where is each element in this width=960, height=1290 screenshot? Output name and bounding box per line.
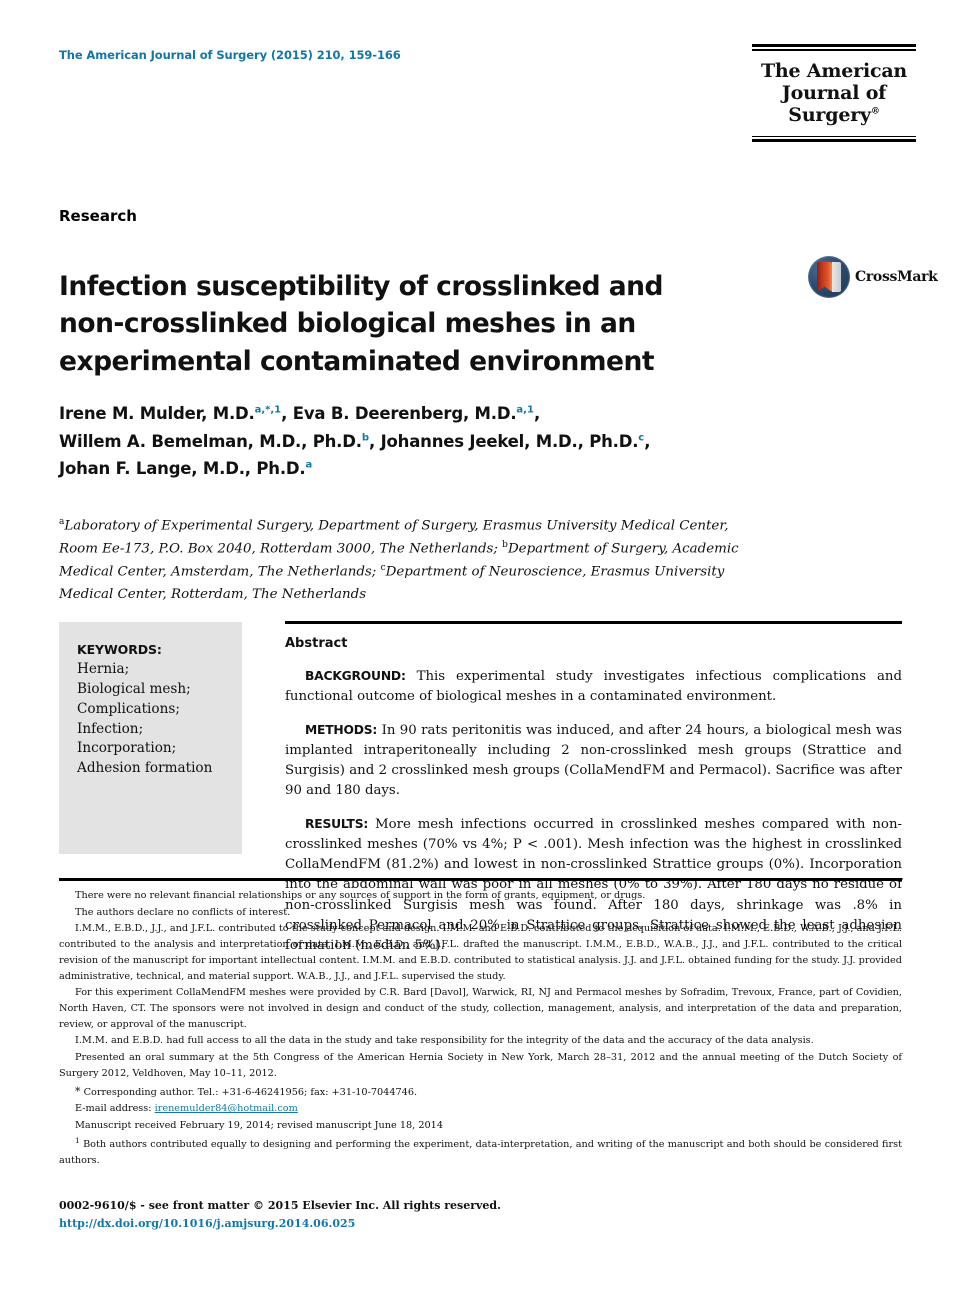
footnote-disclosure: There were no relevant financial relatio…: [75, 890, 646, 901]
equal-contribution-marker: 1: [75, 1135, 80, 1145]
keyword-item: Hernia;: [77, 661, 130, 677]
author-affiliation-marker[interactable]: c: [638, 432, 644, 443]
affiliation-marker-b: b: [502, 539, 508, 550]
footnote-conflicts: The authors declare no conflicts of inte…: [75, 906, 291, 918]
abstract-section-methods: METHODS: In 90 rats peritonitis was indu…: [285, 721, 902, 802]
abstract-section-label: METHODS:: [305, 722, 378, 737]
author-line: Willem A. Bemelman, M.D., Ph.D.b, Johann…: [59, 431, 651, 451]
page-title: Infection susceptibility of crosslinked …: [59, 268, 749, 381]
corresponding-author-text: Corresponding author. Tel.: +31-6-462419…: [83, 1086, 418, 1098]
article-first-page: The American Journal of Surgery (2015) 2…: [0, 0, 960, 1290]
abstract-section-label: RESULTS:: [305, 816, 369, 831]
logo-rule-bottom: [752, 135, 916, 143]
journal-reference: The American Journal of Surgery (2015) 2…: [59, 48, 401, 62]
author-list: Irene M. Mulder, M.D.a,*,1, Eva B. Deere…: [59, 400, 819, 483]
abstract-section-text: In 90 rats peritonitis was induced, and …: [285, 722, 903, 799]
footnote-equal-contribution: 1 Both authors contributed equally to de…: [59, 1135, 902, 1169]
keywords-title: KEYWORDS:: [77, 642, 162, 657]
author-line: Johan F. Lange, M.D., Ph.D.a: [59, 459, 313, 479]
copyright-line: 0002-9610/$ - see front matter © 2015 El…: [59, 1199, 501, 1212]
crossmark-label: CrossMark: [855, 269, 938, 285]
corresponding-author-marker: *: [75, 1084, 81, 1098]
equal-contribution-text: Both authors contributed equally to desi…: [59, 1139, 902, 1166]
doi-link[interactable]: http://dx.doi.org/10.1016/j.amjsurg.2014…: [59, 1217, 355, 1230]
journal-logo-text: The American Journal of Surgery®: [752, 51, 916, 136]
footnote-contributions: I.M.M., E.B.D., J.J., and J.F.L. contrib…: [59, 923, 902, 982]
footnote-manuscript-dates: Manuscript received February 19, 2014; r…: [75, 1120, 443, 1132]
footnotes-top-rule: [59, 878, 902, 881]
footnote-email: E-mail address: irenemulder84@hotmail.co…: [59, 1101, 902, 1117]
author-affiliation-marker[interactable]: a,*,1: [255, 405, 282, 416]
title-line: experimental contaminated environment: [59, 346, 655, 377]
abstract-section-label: BACKGROUND:: [305, 669, 406, 684]
abstract-heading: Abstract: [285, 636, 348, 651]
author-affiliation-marker[interactable]: a: [305, 460, 312, 471]
journal-logo-line-1: The American: [760, 59, 908, 82]
author-affiliation-marker[interactable]: a,1: [516, 405, 534, 416]
journal-logo: The American Journal of Surgery®: [752, 44, 916, 143]
title-line: non-crosslinked biological meshes in an: [59, 308, 636, 340]
author-line: Irene M. Mulder, M.D.a,*,1, Eva B. Deere…: [59, 404, 541, 423]
keyword-item: Biological mesh;: [77, 680, 191, 697]
page-header: The American Journal of Surgery (2015) 2…: [0, 0, 960, 178]
journal-logo-trademark: ®: [870, 106, 880, 117]
keywords-box: KEYWORDS: Hernia; Biological mesh; Compl…: [59, 622, 242, 854]
footnote-presented: Presented an oral summary at the 5th Con…: [59, 1052, 902, 1079]
page-footer: 0002-9610/$ - see front matter © 2015 El…: [59, 1197, 501, 1232]
affiliation-marker-c: c: [380, 562, 386, 573]
abstract-section-background: BACKGROUND: This experimental study inve…: [285, 667, 902, 707]
abstract-top-rule: [285, 621, 902, 624]
footnotes: There were no relevant financial relatio…: [59, 888, 902, 1170]
keyword-item: Adhesion formation: [77, 760, 213, 777]
crossmark-icon: [808, 256, 850, 298]
keyword-item: Complications;: [77, 700, 180, 717]
footnote-data-access: I.M.M. and E.B.D. had full access to all…: [75, 1035, 814, 1047]
footnote-corresponding-author: * Corresponding author. Tel.: +31-6-4624…: [59, 1083, 902, 1101]
keyword-item: Incorporation;: [77, 740, 177, 757]
email-link[interactable]: irenemulder84@hotmail.com: [155, 1103, 298, 1114]
footnote-sponsors: For this experiment CollaMendFM meshes w…: [59, 987, 902, 1030]
author-affiliation-marker[interactable]: b: [362, 432, 369, 443]
title-line: Infection susceptibility of crosslinked …: [59, 270, 664, 302]
journal-logo-line-2: Journal of Surgery®: [781, 81, 887, 127]
keyword-item: Infection;: [77, 720, 144, 737]
crossmark-badge[interactable]: CrossMark: [808, 256, 938, 298]
affiliations: aLaboratory of Experimental Surgery, Dep…: [59, 517, 739, 602]
article-section-label: Research: [59, 207, 137, 225]
affiliation-marker-a: a: [59, 517, 65, 527]
email-label: E-mail address:: [75, 1103, 152, 1115]
